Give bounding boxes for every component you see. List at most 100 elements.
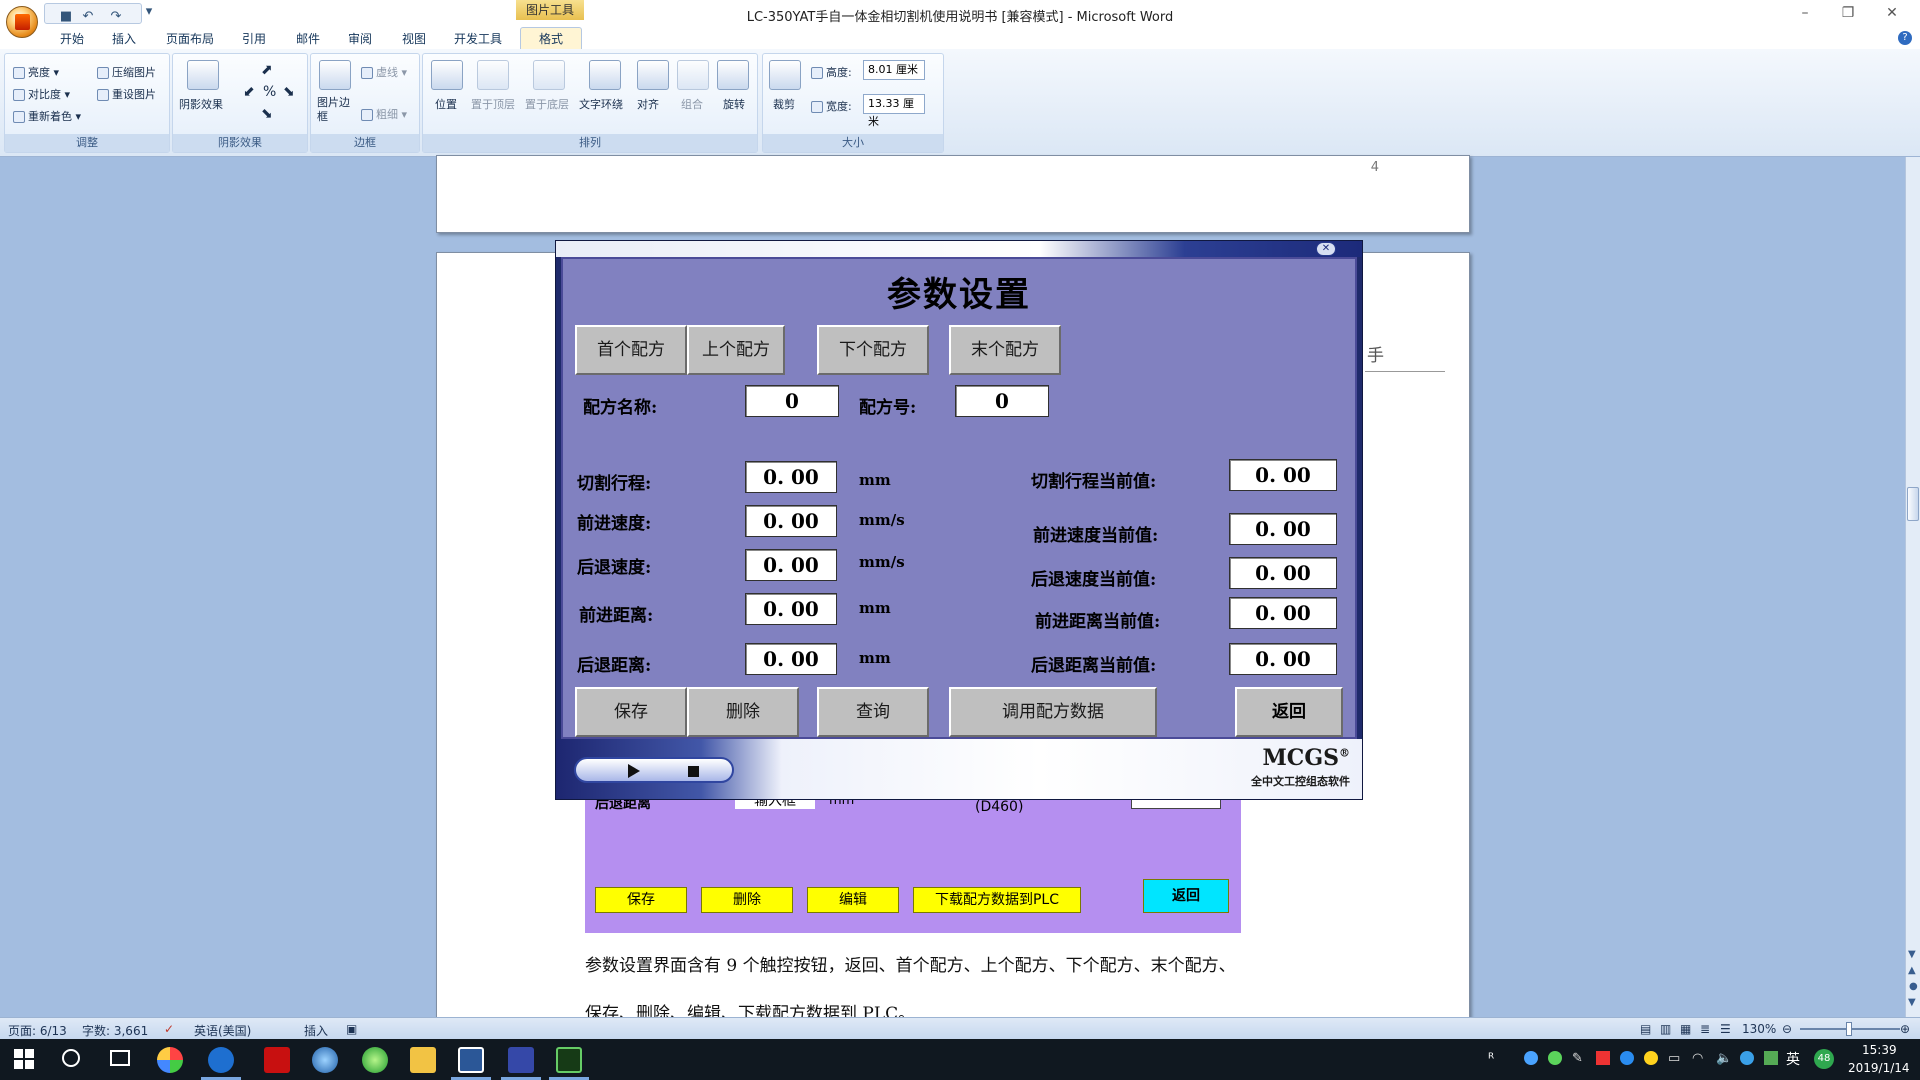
clock-time[interactable]: 15:39 bbox=[1862, 1043, 1897, 1057]
tray-app-4-icon[interactable] bbox=[1620, 1051, 1634, 1065]
zoom-out-icon[interactable]: ⊖ bbox=[1782, 1022, 1792, 1036]
office-button[interactable] bbox=[6, 6, 38, 38]
text-wrapping-button[interactable]: 文字环绕 bbox=[579, 96, 623, 112]
tab-developer[interactable]: 开发工具 bbox=[454, 30, 502, 47]
volume-mute-icon[interactable]: 🔈 bbox=[1716, 1051, 1732, 1066]
clock-date[interactable]: 2019/1/14 bbox=[1848, 1061, 1910, 1075]
close-icon[interactable]: ✕ bbox=[1872, 2, 1912, 24]
tab-format[interactable]: 格式 bbox=[520, 27, 582, 51]
crop-icon[interactable] bbox=[769, 60, 801, 90]
view-print-layout-icon[interactable]: ▤ bbox=[1640, 1022, 1651, 1036]
send-to-back-icon[interactable] bbox=[533, 60, 565, 90]
text-wrapping-icon[interactable] bbox=[589, 60, 621, 90]
recolor-button[interactable]: 重新着色 ▾ bbox=[13, 108, 81, 124]
cut-stroke-current-label: 切割行程当前值: bbox=[1031, 472, 1157, 492]
nudge-right-icon[interactable]: ⬊ bbox=[283, 84, 295, 100]
nudge-left-icon[interactable]: ⬋ bbox=[243, 84, 255, 100]
group-icon[interactable] bbox=[677, 60, 709, 90]
tray-app-1-icon[interactable] bbox=[1524, 1051, 1538, 1065]
word-taskbar-icon[interactable] bbox=[458, 1047, 484, 1073]
rotate-icon[interactable] bbox=[717, 60, 749, 90]
status-language[interactable]: 英语(美国) bbox=[194, 1022, 251, 1039]
green-browser-icon[interactable] bbox=[362, 1047, 388, 1073]
status-page[interactable]: 页面: 6/13 bbox=[8, 1022, 67, 1039]
rotate-button[interactable]: 旋转 bbox=[723, 96, 745, 112]
align-button[interactable]: 对齐 bbox=[637, 96, 659, 112]
picture-border-button[interactable]: 图片边框 bbox=[317, 96, 357, 124]
position-icon[interactable] bbox=[431, 60, 463, 90]
mcgs-taskbar-icon[interactable] bbox=[508, 1047, 534, 1073]
status-insert-mode[interactable]: 插入 bbox=[304, 1022, 328, 1039]
nudge-up-icon[interactable]: ⬈ bbox=[261, 62, 273, 78]
tab-page-layout[interactable]: 页面布局 bbox=[166, 30, 214, 47]
browser-globe-icon[interactable] bbox=[312, 1047, 338, 1073]
nudge-down-icon[interactable]: ⬊ bbox=[261, 106, 273, 122]
dashes-button[interactable]: 虚线 ▾ bbox=[361, 64, 407, 80]
group-button[interactable]: 组合 bbox=[681, 96, 703, 112]
proofing-icon[interactable]: ✓ bbox=[164, 1022, 174, 1036]
wifi-icon[interactable]: ◠ bbox=[1692, 1051, 1703, 1066]
pinwheel-app-icon[interactable] bbox=[157, 1047, 183, 1073]
pdf-reader-icon[interactable] bbox=[264, 1047, 290, 1073]
ie-browser-icon[interactable] bbox=[208, 1047, 234, 1073]
bring-to-front-button[interactable]: 置于顶层 bbox=[471, 96, 515, 112]
zoom-slider-thumb[interactable] bbox=[1846, 1022, 1852, 1036]
tray-app-3-icon[interactable] bbox=[1596, 1051, 1610, 1065]
tray-app-5-icon[interactable] bbox=[1644, 1051, 1658, 1065]
task-view-icon[interactable] bbox=[110, 1050, 130, 1066]
tab-view[interactable]: 视图 bbox=[402, 30, 426, 47]
crop-button[interactable]: 裁剪 bbox=[773, 96, 795, 112]
tray-app-2-icon[interactable] bbox=[1548, 1051, 1562, 1065]
tray-pen-icon[interactable]: ✎ bbox=[1572, 1051, 1583, 1066]
people-icon[interactable]: ᴿ bbox=[1488, 1051, 1494, 1067]
shadow-effects-icon[interactable] bbox=[187, 60, 219, 90]
width-input[interactable]: 13.33 厘米 bbox=[863, 94, 925, 128]
tab-references[interactable]: 引用 bbox=[242, 30, 266, 47]
battery-icon[interactable]: ▭ bbox=[1668, 1051, 1680, 1066]
prev-page-icon[interactable]: ▲ bbox=[1908, 965, 1916, 976]
height-input[interactable]: 8.01 厘米 bbox=[863, 60, 925, 80]
contrast-button[interactable]: 对比度 ▾ bbox=[13, 86, 70, 102]
status-words[interactable]: 字数: 3,661 bbox=[82, 1022, 148, 1039]
vertical-scrollbar[interactable]: ▼ ▲ ● ▼ bbox=[1905, 157, 1920, 1017]
bring-to-front-icon[interactable] bbox=[477, 60, 509, 90]
tab-mailings[interactable]: 邮件 bbox=[296, 30, 320, 47]
zoom-in-icon[interactable]: ⊕ bbox=[1900, 1022, 1910, 1036]
brightness-button[interactable]: 亮度 ▾ bbox=[13, 64, 59, 80]
compress-pictures-button[interactable]: 压缩图片 bbox=[97, 64, 156, 80]
tab-insert[interactable]: 插入 bbox=[112, 30, 136, 47]
view-draft-icon[interactable]: ☰ bbox=[1720, 1022, 1731, 1036]
minimize-icon[interactable]: – bbox=[1785, 2, 1825, 24]
ime-indicator[interactable]: 英 bbox=[1786, 1049, 1800, 1069]
view-outline-icon[interactable]: ≣ bbox=[1700, 1022, 1710, 1036]
reset-picture-button[interactable]: 重设图片 bbox=[97, 86, 156, 102]
position-button[interactable]: 位置 bbox=[435, 96, 457, 112]
tray-app-7-icon[interactable] bbox=[1764, 1051, 1778, 1065]
send-to-back-button[interactable]: 置于底层 bbox=[525, 96, 569, 112]
mcgs-screenshot-image[interactable]: ✕ 参数设置 首个配方 上个配方 下个配方 末个配方 配方名称: 0 配方号: … bbox=[555, 240, 1363, 800]
next-page-icon[interactable]: ▼ bbox=[1908, 997, 1916, 1008]
view-web-icon[interactable]: ▦ bbox=[1680, 1022, 1691, 1036]
scroll-thumb[interactable] bbox=[1907, 487, 1919, 521]
tab-review[interactable]: 审阅 bbox=[348, 30, 372, 47]
zoom-level[interactable]: 130% bbox=[1742, 1022, 1776, 1036]
weight-button[interactable]: 粗细 ▾ bbox=[361, 106, 407, 122]
scroll-down-icon[interactable]: ▼ bbox=[1908, 949, 1916, 960]
picture-border-icon[interactable] bbox=[319, 60, 351, 90]
align-icon[interactable] bbox=[637, 60, 669, 90]
monitor-app-icon[interactable] bbox=[556, 1047, 582, 1073]
tray-app-6-icon[interactable] bbox=[1740, 1051, 1754, 1065]
notification-badge[interactable]: 48 bbox=[1814, 1049, 1834, 1069]
shadow-effects-button[interactable]: 阴影效果 bbox=[179, 96, 223, 112]
start-windows-icon[interactable] bbox=[14, 1049, 34, 1069]
view-fullscreen-icon[interactable]: ▥ bbox=[1660, 1022, 1671, 1036]
dashes-icon bbox=[361, 67, 373, 79]
file-explorer-icon[interactable] bbox=[410, 1047, 436, 1073]
browse-object-icon[interactable]: ● bbox=[1909, 981, 1918, 992]
restore-icon[interactable]: ❐ bbox=[1828, 2, 1868, 24]
help-icon[interactable]: ? bbox=[1898, 31, 1912, 45]
search-circle-icon[interactable] bbox=[62, 1049, 80, 1067]
shadow-toggle-icon[interactable]: % bbox=[263, 84, 276, 100]
tab-home[interactable]: 开始 bbox=[60, 30, 84, 47]
macro-record-icon[interactable]: ▣ bbox=[346, 1022, 357, 1036]
